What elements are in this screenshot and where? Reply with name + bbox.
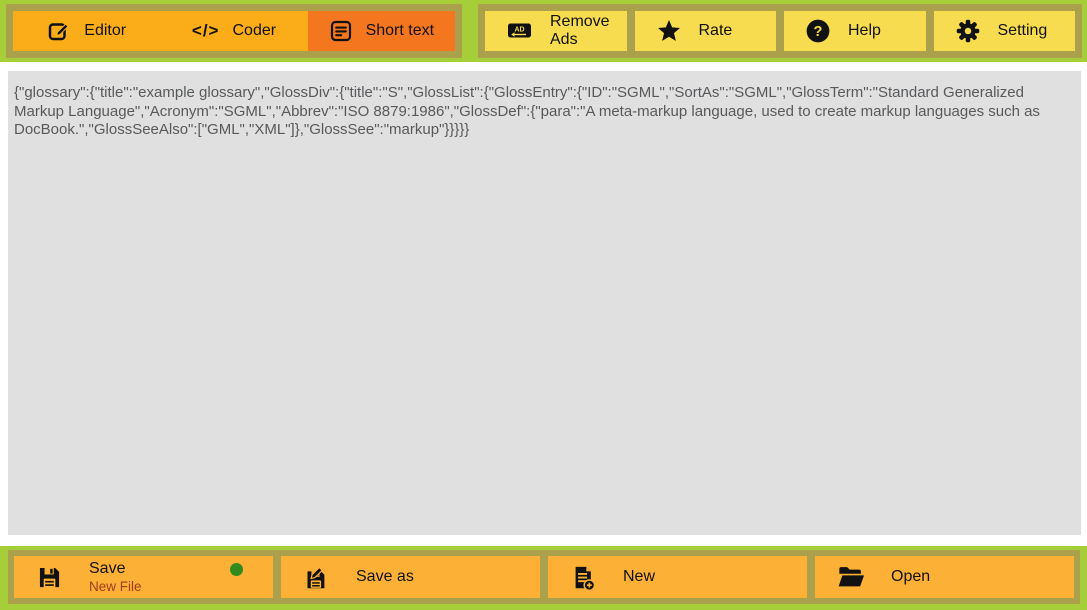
action-label: Rate [698,22,733,40]
new-file-icon [570,564,597,591]
mode-tabs: Editor </> Coder Short text [13,11,455,51]
short-text-icon [329,19,353,43]
save-label: Save [89,560,126,578]
save-labels: Save New File [89,559,142,594]
svg-text:AD: AD [514,27,524,34]
save-as-label: Save as [356,568,414,585]
edit-icon [47,19,71,43]
action-label: Help [848,22,881,40]
action-label: Setting [997,22,1048,40]
save-as-icon [303,564,330,591]
open-button[interactable]: Open [815,556,1074,598]
content-panel: {"glossary":{"title":"example glossary",… [0,62,1087,546]
tab-label: Short text [365,22,435,39]
tab-short-text[interactable]: Short text [307,11,455,51]
remove-ads-icon: AD [506,19,533,43]
rate-button[interactable]: Rate [634,11,776,51]
action-label: Remove Ads [550,13,610,48]
open-folder-icon [837,564,865,590]
file-action-bar: Save New File Save as New Open [8,550,1080,604]
star-icon [656,18,682,44]
tab-label: Coder [232,22,277,39]
new-label: New [623,568,656,585]
file-name-label: New File [89,578,142,594]
new-button[interactable]: New [548,556,807,598]
save-button[interactable]: Save New File [14,556,273,598]
tab-label: Editor [84,22,127,39]
unsaved-status-dot [230,563,243,576]
help-button[interactable]: ? Help [784,11,926,51]
remove-ads-button[interactable]: AD Remove Ads [485,11,627,51]
setting-button[interactable]: Setting [933,11,1075,51]
open-label: Open [891,568,931,585]
gear-icon [955,18,981,44]
save-as-button[interactable]: Save as [281,556,540,598]
mode-tab-bar: Editor </> Coder Short text [6,4,462,58]
help-icon: ? [805,18,831,44]
save-icon [36,564,63,591]
code-icon: </> [191,21,220,40]
text-editor-area[interactable]: {"glossary":{"title":"example glossary",… [8,71,1081,535]
tab-editor[interactable]: Editor [13,11,160,51]
svg-text:?: ? [814,24,823,40]
action-bar: AD Remove Ads Rate ? Help Setting [478,4,1082,58]
tab-coder[interactable]: </> Coder [160,11,307,51]
